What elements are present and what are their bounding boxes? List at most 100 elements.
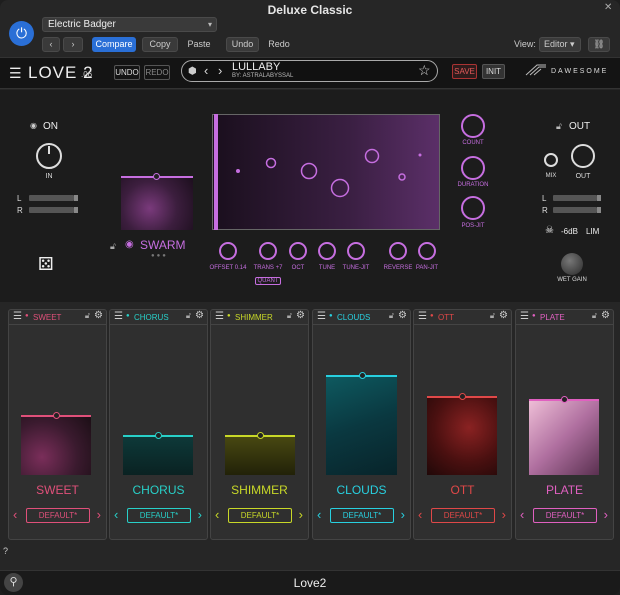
preset-prev-icon[interactable]: ‹ (13, 507, 17, 522)
duration-knob[interactable] (461, 156, 485, 180)
menu-icon[interactable]: ☰ (215, 311, 224, 322)
effect-active-dot[interactable]: ● (430, 313, 434, 319)
engine-preview-handle[interactable] (153, 173, 160, 180)
xy-position-line[interactable] (214, 114, 218, 230)
paste-button[interactable]: Paste (183, 37, 215, 52)
wet-gain-knob[interactable] (561, 253, 583, 275)
engine-lock-icon[interactable]: 🔓︎ (110, 241, 116, 252)
reverse-knob[interactable] (389, 242, 407, 260)
gear-icon[interactable]: ⚙ (195, 310, 204, 321)
engine-name[interactable]: SWARM (140, 238, 186, 252)
on-toggle-dot[interactable]: ◉ (30, 121, 37, 130)
gear-icon[interactable]: ⚙ (398, 310, 407, 321)
lock-icon[interactable]: 🔓︎ (490, 311, 495, 321)
preset-prev-icon[interactable]: ‹ (317, 507, 321, 522)
preset-prev-icon[interactable]: ‹ (215, 507, 219, 522)
menu-icon[interactable]: ☰ (317, 311, 326, 322)
engine-active-dot[interactable]: ◉ (125, 239, 134, 250)
effect-preset-select[interactable]: DEFAULT* (26, 508, 90, 523)
trans-knob[interactable] (259, 242, 277, 260)
lock-icon[interactable]: 🔓︎ (592, 311, 597, 321)
lock-icon[interactable]: 🔓︎ (287, 311, 292, 321)
compare-button[interactable]: Compare (92, 37, 136, 52)
lock-icon[interactable]: 🔓︎ (389, 311, 394, 321)
engine-page-dots[interactable]: ●●● (151, 253, 168, 259)
preset-prev-icon[interactable]: ‹ (418, 507, 422, 522)
limiter-skull-icon[interactable]: ☠ (545, 225, 554, 236)
effect-active-dot[interactable]: ● (532, 313, 536, 319)
close-icon[interactable]: ✕ (604, 3, 614, 13)
effect-level-handle[interactable] (459, 393, 466, 400)
effect-preset-select[interactable]: DEFAULT* (533, 508, 597, 523)
effect-level-handle[interactable] (561, 396, 568, 403)
effect-preset-select[interactable]: DEFAULT* (330, 508, 394, 523)
pan-jit-knob[interactable] (418, 242, 436, 260)
quant-button[interactable]: QUANT (255, 277, 281, 285)
plugin-undo-button[interactable]: UNDO (114, 65, 140, 80)
menu-icon[interactable]: ☰ (520, 311, 529, 322)
effect-preset-select[interactable]: DEFAULT* (431, 508, 495, 523)
tune-jit-knob[interactable] (347, 242, 365, 260)
view-select[interactable]: Editor ▾ (539, 37, 581, 52)
link-button[interactable]: ⛓ (588, 37, 610, 52)
lock-icon[interactable]: 🔓︎ (186, 311, 191, 321)
preset-prev-icon[interactable]: ‹ (114, 507, 118, 522)
next-preset-button[interactable]: › (63, 37, 83, 52)
preset-prev-icon[interactable]: ‹ (204, 63, 208, 78)
favorite-star-icon[interactable]: ☆ (418, 62, 431, 79)
effect-active-dot[interactable]: ● (227, 313, 231, 319)
effect-preview-image[interactable] (529, 399, 599, 475)
tune-knob[interactable] (318, 242, 336, 260)
effect-preview-image[interactable] (21, 415, 91, 475)
effect-active-dot[interactable]: ● (25, 313, 29, 319)
preset-next-icon[interactable]: › (97, 507, 101, 522)
effect-level-handle[interactable] (257, 432, 264, 439)
offset-knob[interactable] (219, 242, 237, 260)
effect-preview-image[interactable] (123, 435, 193, 475)
init-button[interactable]: INIT (482, 64, 505, 79)
oct-knob[interactable] (289, 242, 307, 260)
effect-level-handle[interactable] (358, 372, 366, 379)
gear-icon[interactable]: ⚙ (601, 310, 610, 321)
pos-jit-knob[interactable] (461, 196, 485, 220)
preset-prev-icon[interactable]: ‹ (520, 507, 524, 522)
effect-preset-select[interactable]: DEFAULT* (228, 508, 292, 523)
effect-active-dot[interactable]: ● (126, 313, 130, 319)
preset-next-icon[interactable]: › (299, 507, 303, 522)
preset-next-icon[interactable]: › (218, 63, 222, 78)
input-gain-knob[interactable] (36, 143, 62, 169)
output-gain-knob[interactable] (571, 144, 595, 168)
xy-pad[interactable] (212, 114, 440, 230)
out-lock-icon[interactable]: 🔓︎ (556, 121, 562, 132)
preset-next-icon[interactable]: › (401, 507, 405, 522)
effect-level-handle[interactable] (53, 412, 60, 419)
effect-preview-image[interactable] (225, 435, 295, 475)
effect-preset-select[interactable]: DEFAULT* (127, 508, 191, 523)
power-button[interactable]: ⏻ (9, 21, 34, 46)
effect-active-dot[interactable]: ● (329, 313, 333, 319)
plugin-redo-button[interactable]: REDO (144, 65, 170, 80)
prev-preset-button[interactable]: ‹ (42, 37, 60, 52)
preset-library-icon[interactable]: ⬢ (188, 66, 197, 77)
help-button[interactable]: ? (3, 546, 8, 556)
preset-next-icon[interactable]: › (604, 507, 608, 522)
preset-next-icon[interactable]: › (502, 507, 506, 522)
effect-level-handle[interactable] (155, 432, 162, 439)
menu-icon[interactable]: ☰ (114, 311, 123, 322)
randomize-dice-icon[interactable]: ⚄ (38, 254, 54, 275)
preset-next-icon[interactable]: › (198, 507, 202, 522)
copy-button[interactable]: Copy (142, 37, 178, 52)
undo-button[interactable]: Undo (226, 37, 259, 52)
mix-knob[interactable] (544, 153, 558, 167)
preset-select[interactable]: Electric Badger ▾ (42, 17, 217, 32)
menu-icon[interactable]: ☰ (418, 311, 427, 322)
redo-button[interactable]: Redo (263, 37, 295, 52)
effect-preview-image[interactable] (427, 396, 497, 475)
menu-icon[interactable]: ☰ (9, 66, 22, 80)
menu-icon[interactable]: ☰ (13, 311, 22, 322)
save-button[interactable]: SAVE (452, 64, 477, 79)
gear-icon[interactable]: ⚙ (296, 310, 305, 321)
lock-icon[interactable]: 🔓︎ (85, 311, 90, 321)
gear-icon[interactable]: ⚙ (94, 310, 103, 321)
gear-icon[interactable]: ⚙ (499, 310, 508, 321)
